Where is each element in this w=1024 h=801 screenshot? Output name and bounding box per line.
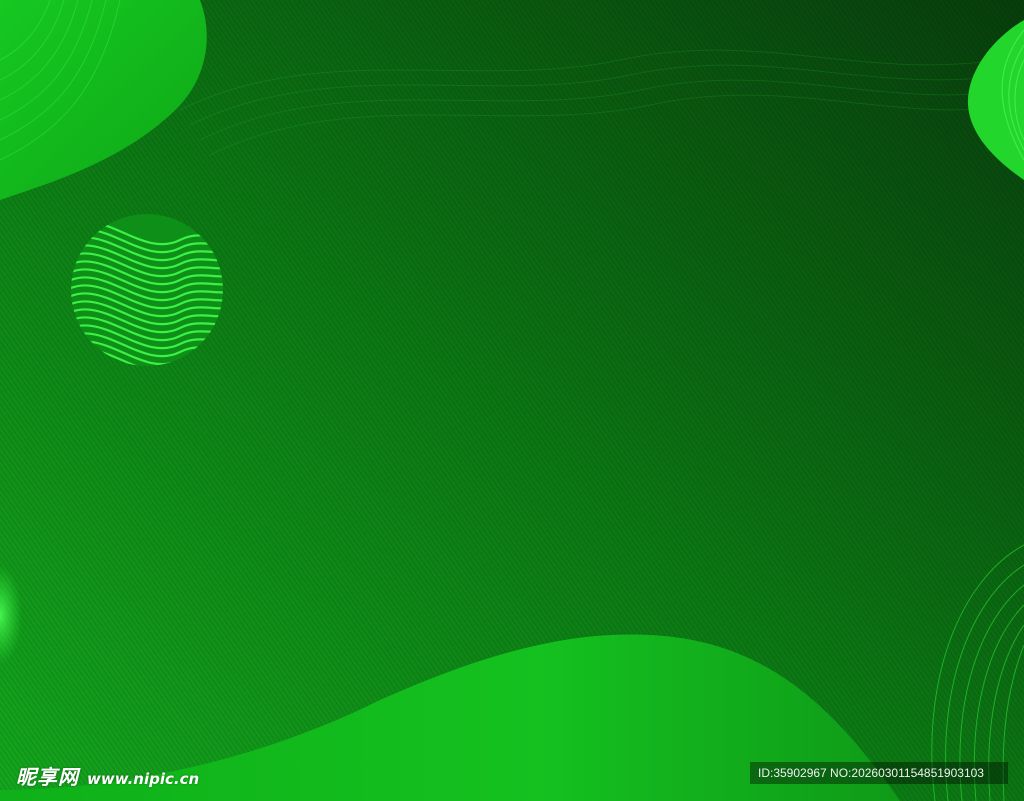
watermark-site-url: www.nipic.cn [87,770,200,788]
site-watermark: 昵享网 www.nipic.cn [16,761,199,790]
watermark-brand: 昵享网 [16,765,79,789]
background-canvas: 昵享网 www.nipic.cn ID:35902967 NO:20260301… [0,0,1024,801]
abstract-green-background [0,0,1024,801]
image-id-label: ID:35902967 NO:20260301154851903103 [750,762,1008,784]
